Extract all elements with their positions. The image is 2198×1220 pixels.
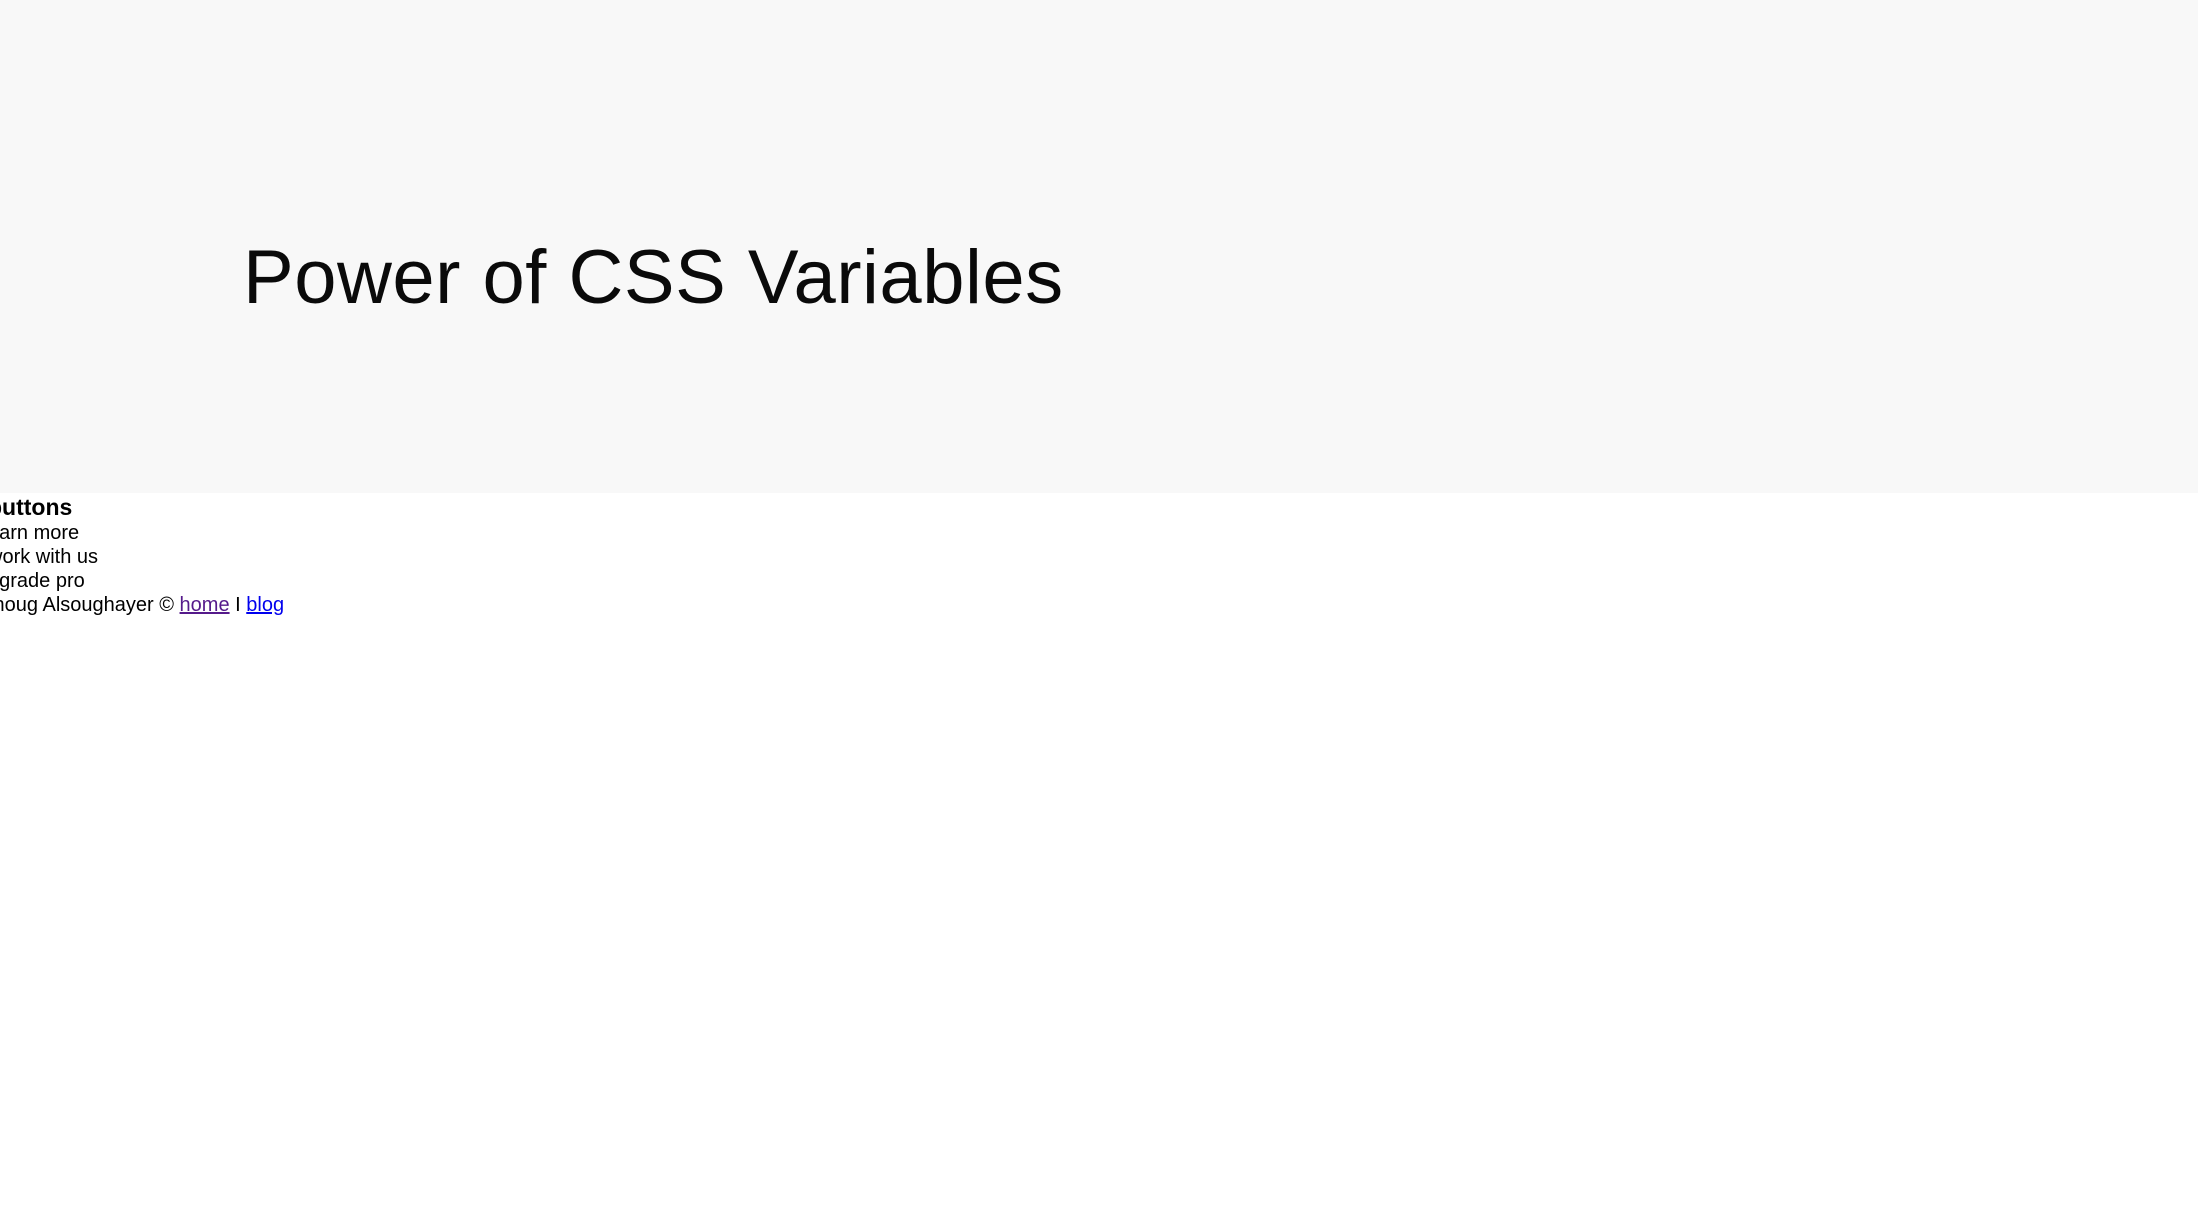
buttons-section-heading: buttons	[0, 494, 73, 520]
footer: thoug Alsoughayer © home I blog	[0, 593, 688, 617]
learn-more-button[interactable]: earn more	[0, 521, 688, 545]
work-with-us-button[interactable]: work with us	[0, 545, 688, 569]
footer-separator: I	[235, 594, 241, 616]
footer-author: thoug Alsoughayer ©	[0, 594, 174, 616]
main-content: buttons earn more work with us pgrade pr…	[0, 493, 688, 617]
page-title: Power of CSS Variables	[243, 235, 1064, 320]
upgrade-pro-button[interactable]: pgrade pro	[0, 569, 688, 593]
hero-banner: Power of CSS Variables	[0, 0, 2198, 493]
home-link[interactable]: home	[180, 594, 230, 616]
blog-link[interactable]: blog	[246, 594, 284, 616]
